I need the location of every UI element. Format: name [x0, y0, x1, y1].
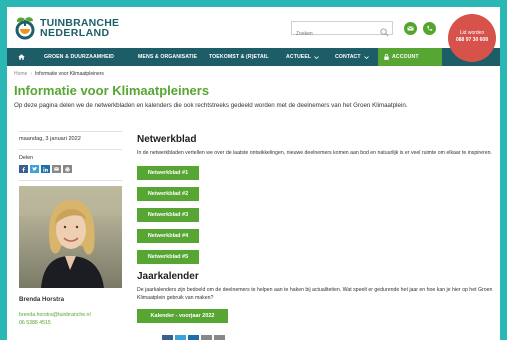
nav-item-toekomst[interactable]: TOEKOMST & (R)ETAIL	[209, 48, 269, 66]
twitter-share-button[interactable]	[30, 165, 39, 173]
netwerkblad-heading: Netwerkblad	[137, 134, 197, 145]
twitter-share-button[interactable]	[175, 335, 186, 340]
sidebar: maandag, 3 januari 2022 Delen Brenda Hor…	[19, 131, 122, 326]
logo-mark-icon	[14, 16, 36, 40]
nav-item-contact[interactable]: CONTACT	[335, 48, 369, 66]
member-label: Lid worden	[459, 30, 485, 36]
publish-date: maandag, 3 januari 2022	[19, 136, 81, 142]
nav-label: CONTACT	[335, 54, 361, 60]
facebook-share-button[interactable]	[162, 335, 173, 340]
nav-account-label: ACCOUNT	[392, 54, 419, 60]
author-email-link[interactable]: brenda.horstra@tuinbranche.nl	[19, 312, 122, 318]
netwerkblad-4-button[interactable]: Netwerkblad #4	[137, 229, 199, 243]
netwerkblad-text: In de netwerkbladen vertellen we over de…	[137, 150, 492, 156]
breadcrumb-home[interactable]: Home	[14, 71, 27, 77]
chevron-down-icon	[314, 55, 319, 59]
share-label: Delen	[19, 155, 34, 161]
kalender-button[interactable]: Kalender - voorjaar 2022	[137, 309, 228, 323]
nav-item-actueel[interactable]: ACTUEEL	[286, 48, 319, 66]
nav-label: MENS & ORGANISATIE	[138, 54, 198, 60]
linkedin-share-button[interactable]	[188, 335, 199, 340]
linkedin-share-button[interactable]	[41, 165, 50, 173]
phone-icon	[427, 25, 433, 31]
facebook-share-button[interactable]	[19, 165, 28, 173]
jaarkalender-text: De jaarkalenders zijn bedoeld om de deel…	[137, 287, 493, 301]
search-input[interactable]	[292, 28, 376, 40]
mail-icon	[407, 26, 414, 31]
email-share-button[interactable]	[201, 335, 212, 340]
nav-label: GROEN & DUURZAAMHEID	[44, 54, 115, 60]
netwerkblad-2-button[interactable]: Netwerkblad #2	[137, 187, 199, 201]
breadcrumb-current: Informatie voor Klimaatpleiners	[35, 71, 104, 77]
jaarkalender-heading: Jaarkalender	[137, 271, 199, 282]
chevron-down-icon	[363, 55, 369, 59]
main-nav: GROEN & DUURZAAMHEID MENS & ORGANISATIE …	[7, 48, 500, 66]
nav-label: ACTUEEL	[286, 54, 312, 60]
bottom-share-buttons	[162, 335, 497, 340]
member-badge[interactable]: Lid worden 088 97 30 608	[448, 14, 496, 62]
home-icon	[18, 54, 25, 60]
email-share-button[interactable]	[52, 165, 61, 173]
share-buttons	[19, 165, 122, 173]
page-intro: Op deze pagina delen we de netwerkbladen…	[14, 102, 408, 109]
nav-account-button[interactable]: ACCOUNT	[378, 48, 442, 66]
main-content: Netwerkblad In de netwerkbladen vertelle…	[137, 134, 497, 340]
nav-label: TOEKOMST & (R)ETAIL	[209, 54, 269, 60]
facebook-icon	[22, 166, 25, 172]
page: TUINBRANCHE NEDERLAND Lid worden 088 97 …	[7, 7, 500, 340]
author-photo	[19, 186, 122, 288]
divider	[19, 180, 122, 181]
author-name: Brenda Horstra	[19, 296, 65, 303]
print-button[interactable]	[214, 335, 225, 340]
author-phone-link[interactable]: 06 5388 4515	[19, 320, 122, 326]
nav-item-groen[interactable]: GROEN & DUURZAAMHEID	[44, 48, 114, 66]
header: TUINBRANCHE NEDERLAND Lid worden 088 97 …	[7, 7, 500, 62]
twitter-icon	[32, 167, 37, 171]
member-phone: 088 97 30 608	[456, 37, 488, 43]
nav-home[interactable]	[18, 48, 25, 66]
search-box	[291, 21, 393, 40]
breadcrumb: Home › Informatie voor Klimaatpleiners	[14, 71, 104, 77]
nav-item-mens[interactable]: MENS & ORGANISATIE	[138, 48, 197, 66]
logo-line-2: NEDERLAND	[40, 27, 110, 39]
logo[interactable]: TUINBRANCHE NEDERLAND	[14, 16, 119, 40]
linkedin-icon	[43, 166, 48, 172]
mail-button[interactable]	[404, 22, 417, 35]
search-icon[interactable]	[380, 24, 389, 37]
mail-icon	[54, 167, 59, 171]
netwerkblad-1-button[interactable]: Netwerkblad #1	[137, 166, 199, 180]
print-icon	[65, 166, 70, 172]
print-button[interactable]	[63, 165, 72, 173]
netwerkblad-5-button[interactable]: Netwerkblad #5	[137, 250, 199, 264]
netwerkblad-3-button[interactable]: Netwerkblad #3	[137, 208, 199, 222]
page-title: Informatie voor Klimaatpleiners	[14, 83, 210, 98]
phone-button[interactable]	[423, 22, 436, 35]
lock-icon	[384, 54, 389, 60]
